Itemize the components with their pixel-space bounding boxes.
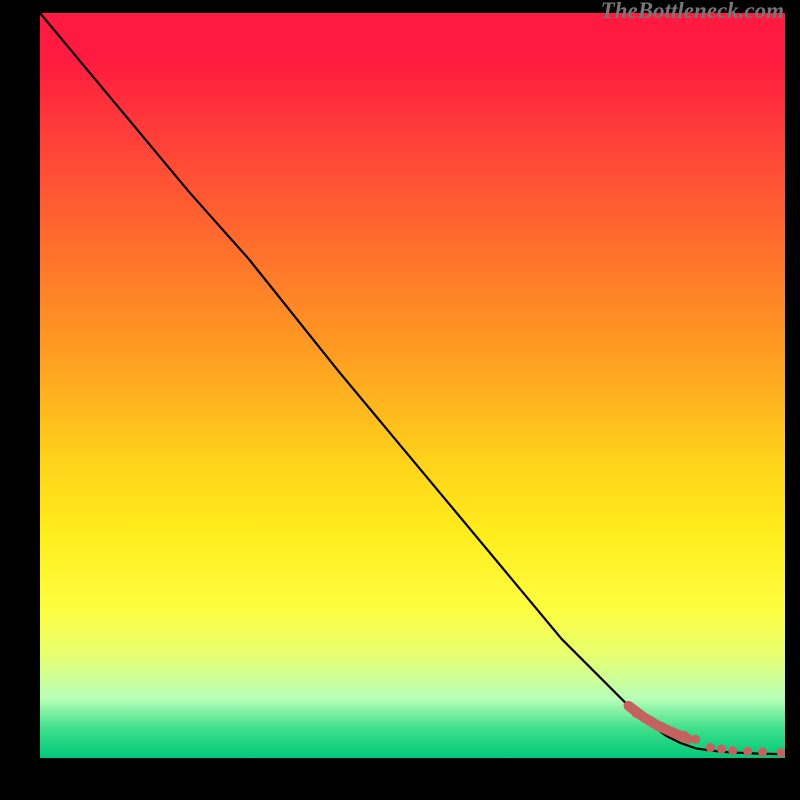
- overlay-svg: [40, 13, 785, 758]
- data-dots: [631, 709, 785, 758]
- plot-area: [40, 13, 785, 758]
- chart-canvas: TheBottleneck.com: [0, 0, 800, 800]
- bottleneck-curve: [40, 13, 785, 754]
- watermark-text: TheBottleneck.com: [601, 0, 784, 24]
